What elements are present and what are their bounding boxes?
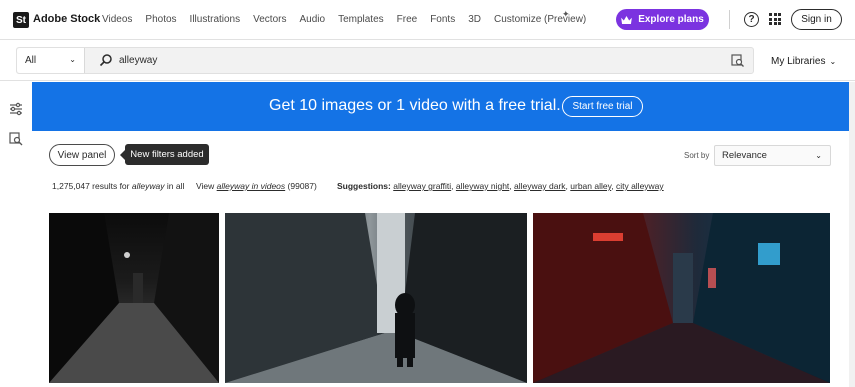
sparkle-icon: ✦ (562, 9, 570, 19)
alley-photo-neon (533, 213, 830, 383)
sign-in-button[interactable]: Sign in (791, 9, 842, 30)
suggestions: Suggestions: alleyway graffiti, alleyway… (337, 181, 664, 191)
nav-item-free[interactable]: Free (397, 14, 418, 25)
explore-plans-button[interactable]: Explore plans (616, 9, 709, 30)
top-navigation-bar: St Adobe Stock Videos Photos Illustratio… (0, 0, 855, 40)
nav-item-vectors[interactable]: Vectors (253, 14, 286, 25)
alley-photo-figure (225, 213, 527, 383)
crown-icon (621, 15, 633, 24)
my-libraries-label: My Libraries (771, 56, 826, 67)
nav-item-videos[interactable]: Videos (102, 14, 132, 25)
result-image[interactable] (49, 213, 219, 383)
filter-sliders-icon[interactable] (9, 102, 23, 116)
adobe-stock-logo[interactable]: St (13, 12, 29, 28)
brand-name[interactable]: Adobe Stock (33, 13, 100, 25)
result-image[interactable] (533, 213, 830, 383)
alley-photo-bw (49, 213, 219, 383)
search-input[interactable]: alleyway (119, 55, 157, 66)
left-rail (0, 82, 32, 387)
view-in-videos-link[interactable]: alleyway in videos (217, 181, 286, 191)
nav-item-audio[interactable]: Audio (299, 14, 325, 25)
help-icon[interactable]: ? (744, 12, 759, 27)
result-image[interactable] (225, 213, 527, 383)
view-panel-button[interactable]: View panel (49, 144, 115, 166)
banner-text: Get 10 images or 1 video with a free tri… (269, 97, 561, 114)
results-count: 1,275,047 results for alleyway in all (52, 181, 184, 191)
category-select[interactable]: All ⌄ (17, 48, 85, 73)
sort-select[interactable]: Relevance ⌄ (714, 145, 831, 166)
scrollbar[interactable] (849, 82, 855, 387)
video-count: (99087) (287, 181, 317, 191)
suggestion-link[interactable]: urban alley (570, 181, 611, 191)
apps-grid-icon[interactable] (769, 13, 781, 25)
start-free-trial-button[interactable]: Start free trial (562, 96, 643, 117)
search-bar: All ⌄ alleyway (16, 47, 754, 74)
view-in-videos: View alleyway in videos (99087) (196, 181, 317, 191)
nav-item-customize[interactable]: Customize (Preview) (494, 14, 586, 25)
nav-item-illustrations[interactable]: Illustrations (190, 14, 241, 25)
chevron-down-icon: ⌄ (829, 57, 837, 66)
results-query: alleyway (131, 181, 165, 191)
category-value: All (25, 55, 37, 66)
main-nav: Videos Photos Illustrations Vectors Audi… (102, 14, 599, 25)
suggestion-link[interactable]: city alleyway (616, 181, 664, 191)
explore-plans-label: Explore plans (638, 14, 704, 25)
free-trial-banner: Get 10 images or 1 video with a free tri… (32, 82, 849, 131)
chevron-down-icon: ⌄ (815, 151, 822, 160)
new-filters-tooltip: New filters added (120, 144, 209, 165)
sort-by-label: Sort by (684, 151, 710, 160)
chevron-down-icon: ⌄ (69, 55, 76, 64)
image-search-icon[interactable] (731, 54, 744, 67)
suggestion-link[interactable]: alleyway night (456, 181, 509, 191)
image-search-icon[interactable] (9, 132, 23, 146)
my-libraries-button[interactable]: My Libraries ⌄ (771, 56, 836, 67)
sort-value: Relevance (722, 150, 767, 161)
results-count-text: 1,275,047 results for (52, 181, 130, 191)
suggestion-link[interactable]: alleyway dark (514, 181, 566, 191)
header-divider (729, 10, 730, 29)
nav-item-3d[interactable]: 3D (468, 14, 481, 25)
suggestions-label: Suggestions: (337, 181, 391, 191)
nav-item-fonts[interactable]: Fonts (430, 14, 455, 25)
suggestion-link[interactable]: alleyway graffiti (393, 181, 451, 191)
results-scope: in all (166, 181, 185, 191)
nav-item-templates[interactable]: Templates (338, 14, 384, 25)
view-prefix: View (196, 181, 215, 191)
nav-item-photos[interactable]: Photos (145, 14, 176, 25)
search-row: All ⌄ alleyway My Libraries ⌄ (0, 41, 855, 81)
search-icon (99, 54, 112, 67)
